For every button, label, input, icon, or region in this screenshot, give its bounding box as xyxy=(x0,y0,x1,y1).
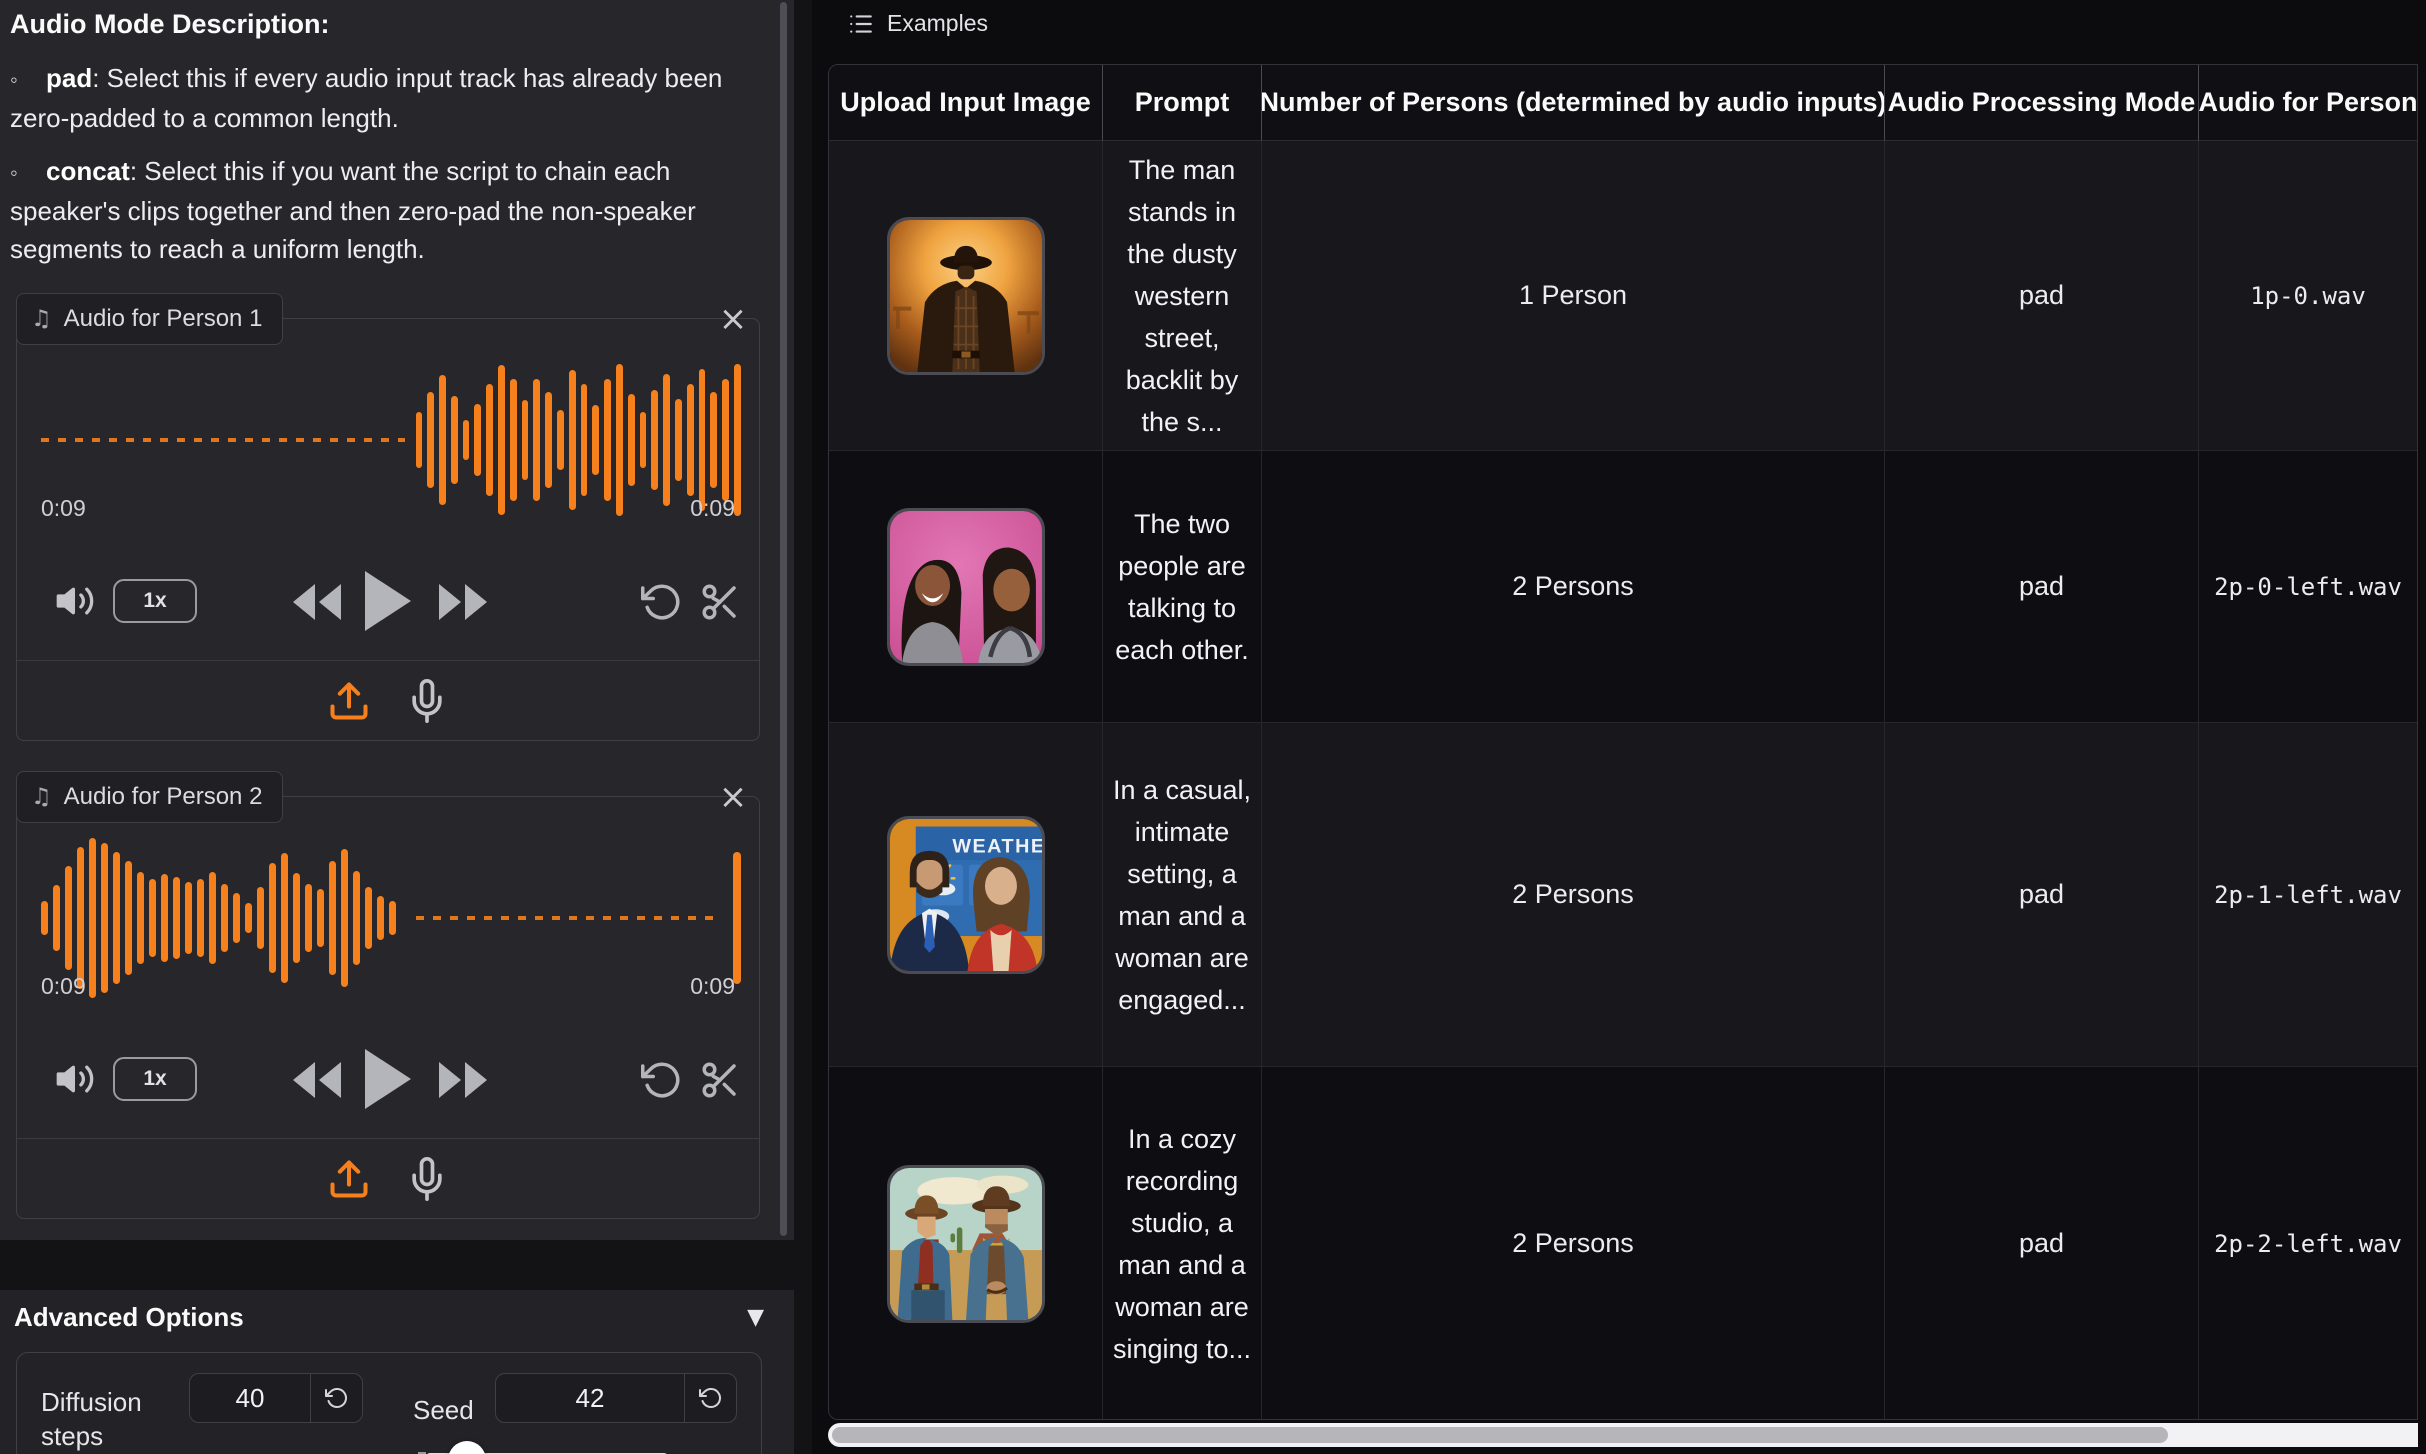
audio-mode-description: Audio Mode Description: ◦pad: Select thi… xyxy=(10,4,762,268)
advanced-options-section: Advanced Options ▼ Diffusion steps Seed xyxy=(0,1290,794,1454)
music-note-icon: ♫ xyxy=(31,784,52,810)
left-panel-scrollbar[interactable] xyxy=(780,2,787,1236)
examples-title: Examples xyxy=(887,10,988,37)
reset-icon[interactable] xyxy=(310,1374,362,1422)
example-row-2-mode-cell[interactable]: pad xyxy=(1885,451,2199,723)
audio-player-person-1: ♫ Audio for Person 1 × 0:09 0:09 1x xyxy=(16,318,760,741)
svg-text:WEATHER: WEATHER xyxy=(952,835,1042,857)
undo-trim-icon[interactable] xyxy=(641,1059,683,1101)
example-row-3-image-cell[interactable]: WEATHER xyxy=(829,723,1103,1067)
example-row-4-prompt-cell[interactable]: In a cozy recording studio, a man and a … xyxy=(1103,1067,1262,1420)
diffusion-steps-label: Diffusion steps xyxy=(41,1385,161,1453)
example-row-4-persons-cell[interactable]: 2 Persons xyxy=(1262,1067,1885,1420)
example-row-3-audio-cell[interactable]: 2p-1-left.wav xyxy=(2199,723,2417,1067)
time-row-1: 0:09 0:09 xyxy=(41,495,735,522)
column-header-5: Audio for Person xyxy=(2199,65,2417,141)
waveform-2-silence xyxy=(416,916,720,920)
example-image-cowboy-sunset[interactable] xyxy=(887,217,1045,375)
rewind-icon[interactable] xyxy=(293,584,343,620)
advanced-options-title: Advanced Options xyxy=(14,1302,244,1333)
bullet-circle-icon: ◦ xyxy=(10,154,46,192)
elapsed-time: 0:09 xyxy=(41,495,86,522)
audio-player-person-2: ♫ Audio for Person 2 × 0:09 0:09 1x xyxy=(16,796,760,1219)
example-row-4-audio-cell[interactable]: 2p-2-left.wav xyxy=(2199,1067,2417,1420)
rewind-icon[interactable] xyxy=(293,1062,343,1098)
example-row-1-audio-cell[interactable]: 1p-0.wav xyxy=(2199,141,2417,451)
example-image-pink-duo[interactable] xyxy=(887,508,1045,666)
left-panel: Audio Mode Description: ◦pad: Select thi… xyxy=(0,0,794,1240)
advanced-options-header[interactable]: Advanced Options ▼ xyxy=(14,1302,764,1333)
examples-header: Examples xyxy=(848,10,988,37)
seed-label: Seed xyxy=(413,1393,474,1427)
seed-input[interactable] xyxy=(496,1374,684,1422)
volume-icon[interactable] xyxy=(55,581,95,621)
column-header-2: Prompt xyxy=(1103,65,1262,141)
examples-table: Upload Input ImagePromptNumber of Person… xyxy=(828,64,2418,1420)
microphone-icon[interactable] xyxy=(405,679,449,723)
example-row-1-prompt-cell[interactable]: The man stands in the dusty western stre… xyxy=(1103,141,1262,451)
bullet-pad: ◦pad: Select this if every audio input t… xyxy=(10,59,762,137)
audio-mode-title: Audio Mode Description: xyxy=(10,4,762,44)
reset-icon[interactable] xyxy=(684,1374,736,1422)
audio-player-2-label: ♫ Audio for Person 2 xyxy=(16,771,283,823)
example-image-weather-anchors[interactable]: WEATHER xyxy=(887,816,1045,974)
example-image-cowboy-illustration[interactable] xyxy=(887,1165,1045,1323)
trim-scissors-icon[interactable] xyxy=(699,581,741,623)
horizontal-scrollbar[interactable] xyxy=(828,1423,2418,1447)
column-header-1: Upload Input Image xyxy=(829,65,1103,141)
playback-speed-button[interactable]: 1x xyxy=(113,1057,197,1101)
diffusion-steps-input-group xyxy=(189,1373,363,1423)
player-2-controls: 1x xyxy=(17,1037,759,1121)
column-header-4: Audio Processing Mode xyxy=(1885,65,2199,141)
examples-panel: Examples Upload Input ImagePromptNumber … xyxy=(812,0,2426,1454)
fast-forward-icon[interactable] xyxy=(437,1062,487,1098)
player-2-source-row xyxy=(17,1139,759,1219)
seed-input-group xyxy=(495,1373,737,1423)
play-icon[interactable] xyxy=(363,1049,411,1109)
upload-audio-icon[interactable] xyxy=(327,679,371,723)
example-row-1-mode-cell[interactable]: pad xyxy=(1885,141,2199,451)
example-row-1-image-cell[interactable] xyxy=(829,141,1103,451)
collapse-arrow-icon: ▼ xyxy=(747,1305,764,1330)
app-root: Audio Mode Description: ◦pad: Select thi… xyxy=(0,0,2426,1454)
example-row-2-persons-cell[interactable]: 2 Persons xyxy=(1262,451,1885,723)
bullet-concat: ◦concat: Select this if you want the scr… xyxy=(10,152,762,268)
playback-speed-button[interactable]: 1x xyxy=(113,579,197,623)
music-note-icon: ♫ xyxy=(31,306,52,332)
total-time: 0:09 xyxy=(690,973,735,1000)
total-time: 0:09 xyxy=(690,495,735,522)
time-row-2: 0:09 0:09 xyxy=(41,973,735,1000)
example-row-3-mode-cell[interactable]: pad xyxy=(1885,723,2199,1067)
list-icon xyxy=(848,11,874,37)
fast-forward-icon[interactable] xyxy=(437,584,487,620)
volume-icon[interactable] xyxy=(55,1059,95,1099)
example-row-4-mode-cell[interactable]: pad xyxy=(1885,1067,2199,1420)
horizontal-scrollbar-thumb[interactable] xyxy=(832,1427,2168,1443)
play-icon[interactable] xyxy=(363,571,411,631)
trim-scissors-icon[interactable] xyxy=(699,1059,741,1101)
diffusion-steps-input[interactable] xyxy=(190,1374,310,1422)
example-row-2-audio-cell[interactable]: 2p-0-left.wav xyxy=(2199,451,2417,723)
clear-audio-2-button[interactable]: × xyxy=(715,779,751,815)
player-1-controls: 1x xyxy=(17,559,759,643)
microphone-icon[interactable] xyxy=(405,1157,449,1201)
example-row-1-persons-cell[interactable]: 1 Person xyxy=(1262,141,1885,451)
player-1-source-row xyxy=(17,661,759,741)
waveform-2-endbar xyxy=(733,852,741,984)
example-row-4-image-cell[interactable] xyxy=(829,1067,1103,1420)
example-row-3-persons-cell[interactable]: 2 Persons xyxy=(1262,723,1885,1067)
example-row-2-prompt-cell[interactable]: The two people are talking to each other… xyxy=(1103,451,1262,723)
upload-audio-icon[interactable] xyxy=(327,1157,371,1201)
column-header-3: Number of Persons (determined by audio i… xyxy=(1262,65,1885,141)
bullet-circle-icon: ◦ xyxy=(10,61,46,99)
elapsed-time: 0:09 xyxy=(41,973,86,1000)
clear-audio-1-button[interactable]: × xyxy=(715,301,751,337)
audio-player-1-label: ♫ Audio for Person 1 xyxy=(16,293,283,345)
undo-trim-icon[interactable] xyxy=(641,581,683,623)
example-row-2-image-cell[interactable] xyxy=(829,451,1103,723)
example-row-3-prompt-cell[interactable]: In a casual, intimate setting, a man and… xyxy=(1103,723,1262,1067)
advanced-options-box: Diffusion steps Seed xyxy=(16,1352,762,1454)
waveform-1-silence xyxy=(41,438,405,442)
